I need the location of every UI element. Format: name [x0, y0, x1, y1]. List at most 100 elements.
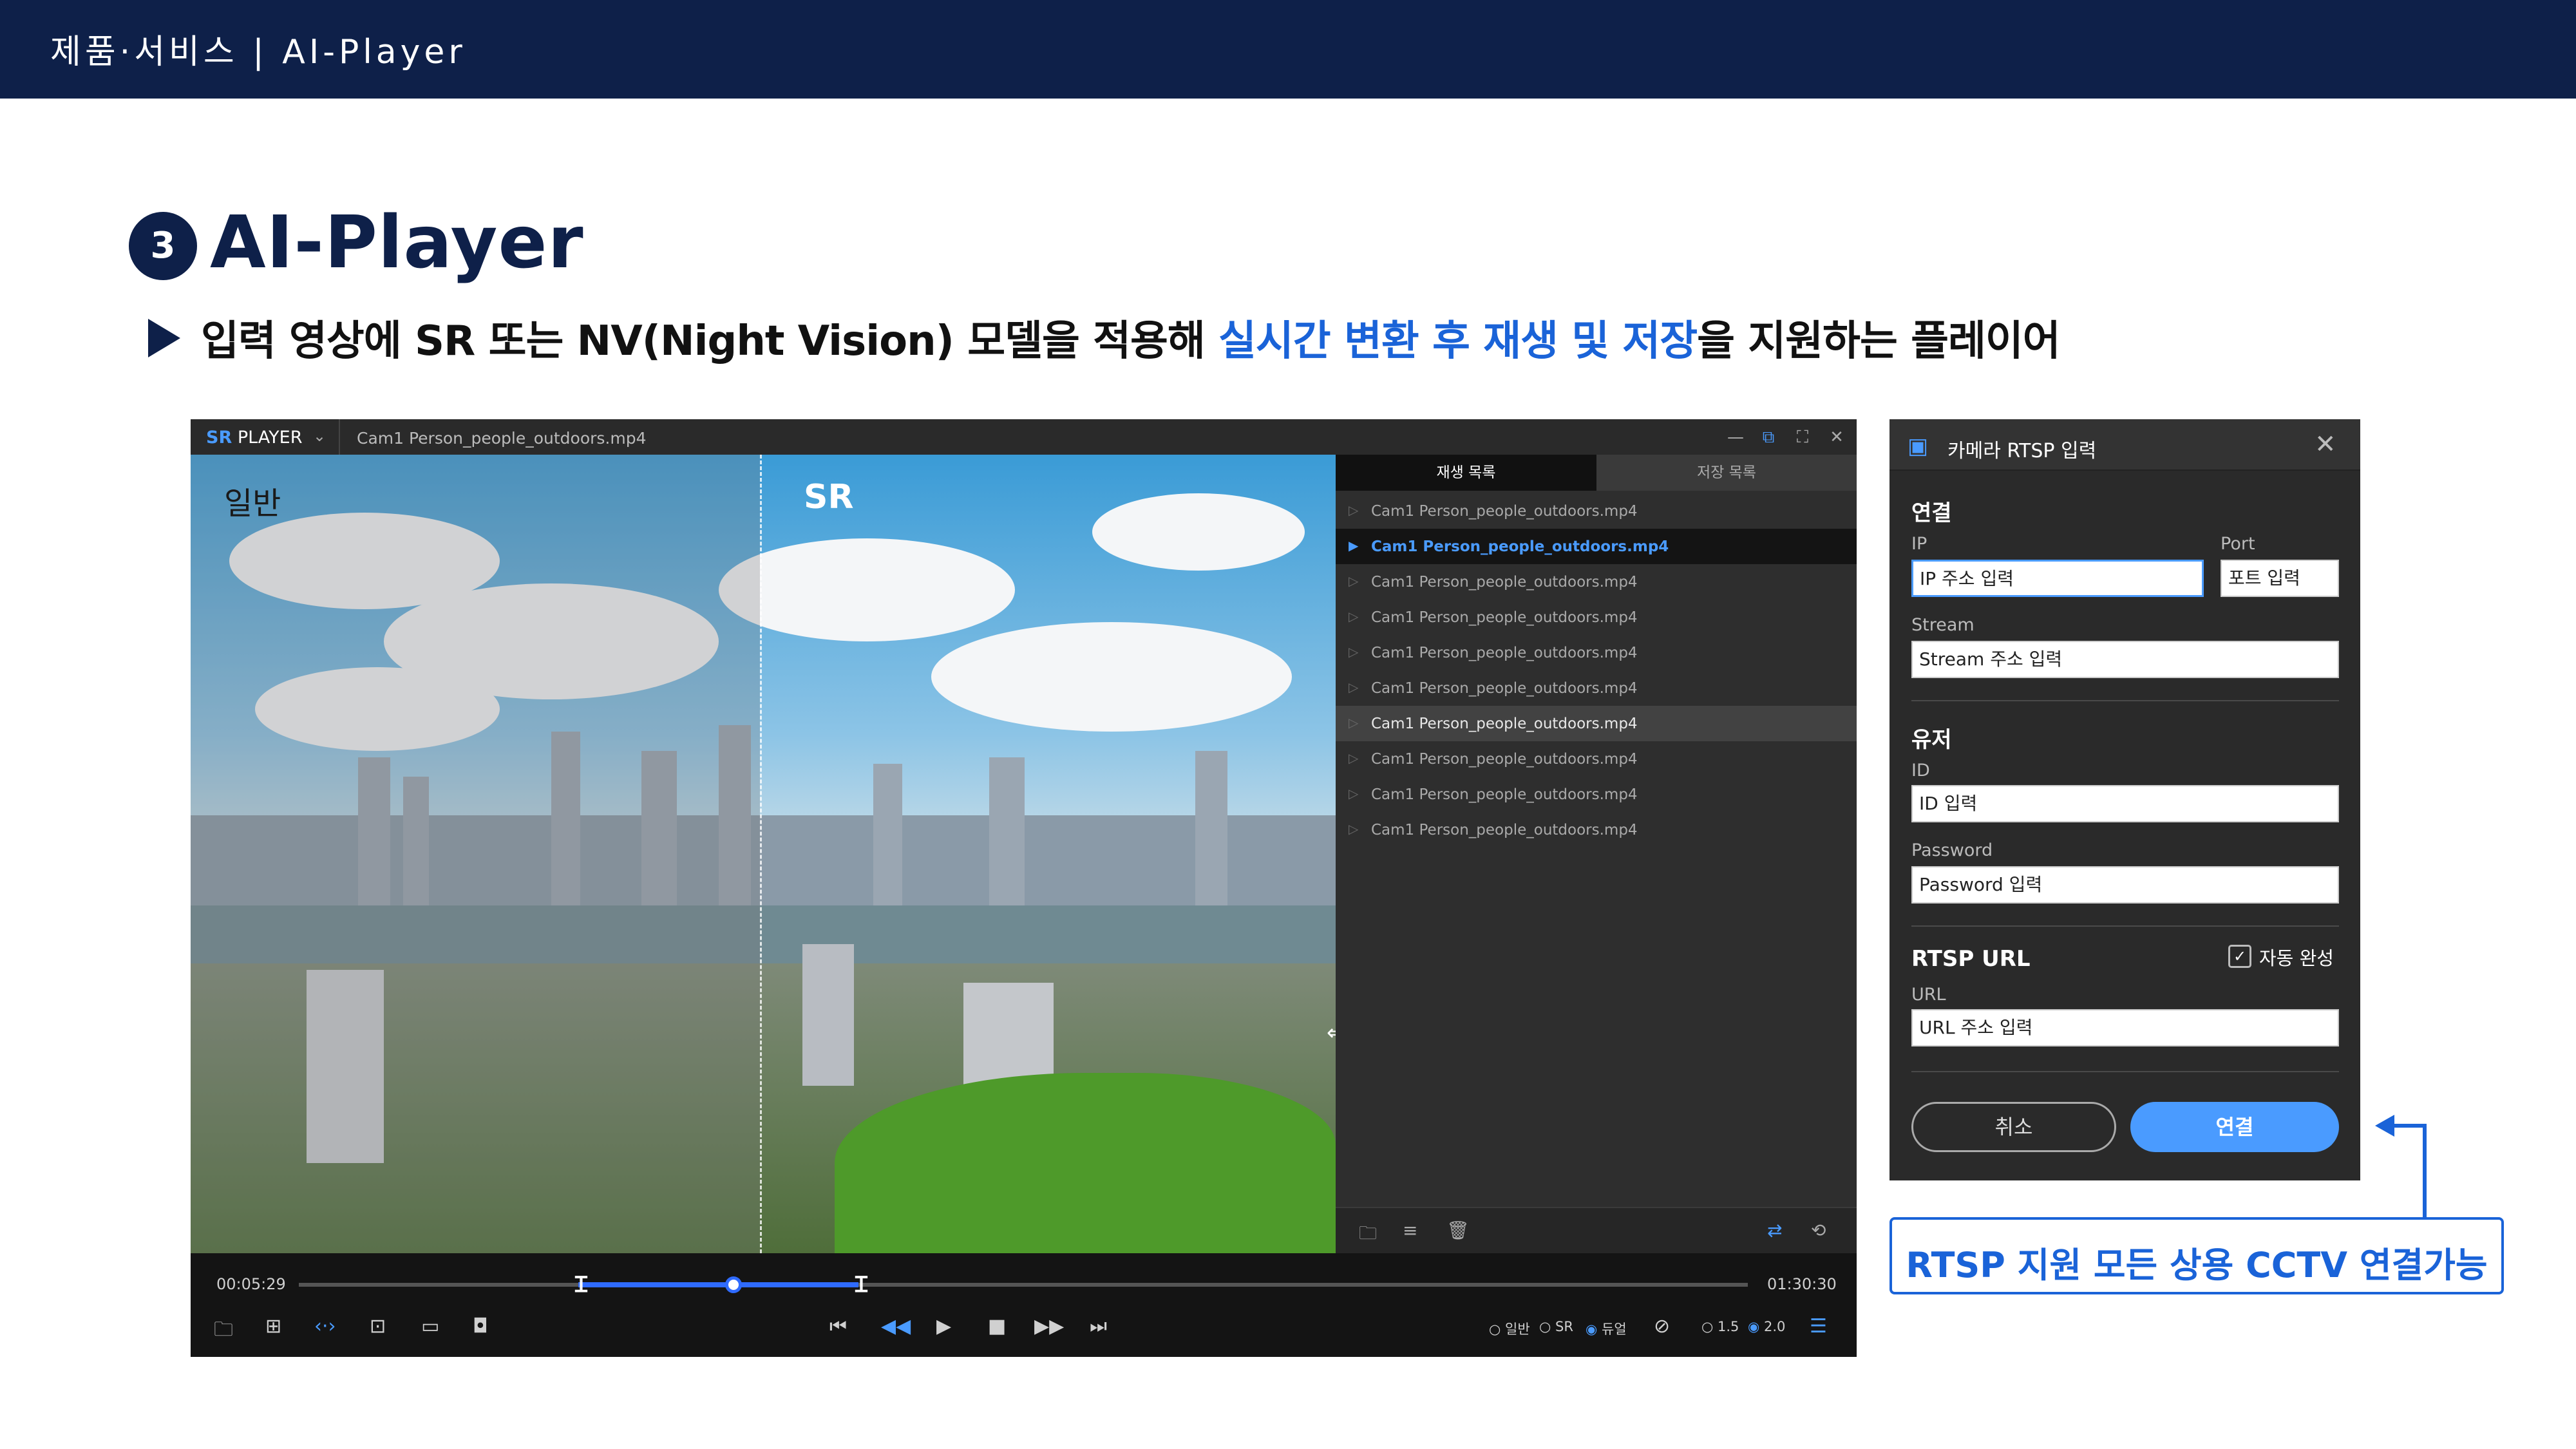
connection-heading: 연결 [1911, 500, 1952, 526]
stream-field[interactable]: Stream 주소 입력 [1911, 641, 2339, 678]
speed-a-label: 1.5 [1718, 1319, 1739, 1334]
speed-b-radio[interactable]: ◉ 2.0 [1748, 1319, 1785, 1334]
playlist-item[interactable]: ▷ Cam1 Person_people_outdoors.mp4 [1336, 741, 1857, 777]
current-filename: Cam1 Person_people_outdoors.mp4 [357, 429, 647, 448]
play-icon[interactable]: ▶ [936, 1315, 951, 1338]
breadcrumb: 제품·서비스 | AI-Player [50, 33, 466, 71]
playlist-item[interactable]: ▷ Cam1 Person_people_outdoors.mp4 [1336, 812, 1857, 848]
player-titlebar: SR PLAYER ⌄ Cam1 Person_people_outdoors.… [191, 419, 1857, 455]
playlist-item[interactable]: ▷ Cam1 Person_people_outdoors.mp4 [1336, 600, 1857, 635]
ip-field[interactable]: IP 주소 입력 [1911, 560, 2204, 597]
stop-icon[interactable]: ■ [988, 1315, 1006, 1338]
playhead-handle[interactable] [725, 1276, 742, 1293]
radio-off-icon: ○ [1701, 1319, 1718, 1334]
video-viewport[interactable]: 일반 SR ⟺ [191, 455, 1336, 1253]
top-banner: 제품·서비스 | AI-Player [0, 0, 2576, 99]
playlist-item[interactable]: ▷ Cam1 Person_people_outdoors.mp4 [1336, 777, 1857, 812]
split-divider[interactable] [760, 455, 762, 1253]
ip-label: IP [1911, 534, 1927, 554]
brand-player: PLAYER [232, 428, 303, 448]
tab-saved-list[interactable]: 저장 목록 [1596, 455, 1857, 491]
resize-handle-icon[interactable]: ⟺ [1327, 1020, 1336, 1046]
speed-a-radio[interactable]: ○ 1.5 [1701, 1319, 1739, 1334]
popout-icon[interactable]: ⧉ [1756, 424, 1781, 450]
capture-icon[interactable]: ⊡ [370, 1315, 386, 1338]
user-heading: 유저 [1911, 727, 1952, 753]
range-start-marker[interactable]: Ɪ [575, 1269, 587, 1298]
repeat-icon[interactable]: ⟲ [1811, 1220, 1826, 1241]
open-file-icon[interactable]: 🗀 [214, 1315, 233, 1348]
fullscreen-icon[interactable]: ⛶ [1790, 424, 1815, 450]
callout-arrow [2423, 1126, 2427, 1219]
play-indicator-icon: ▷ [1349, 502, 1359, 518]
section-subtitle: 입력 영상에 SR 또는 NV(Night Vision) 모델을 적용해 실시… [201, 308, 2061, 367]
camera-icon: ▣ [1908, 433, 1929, 459]
trash-icon[interactable]: 🗑 [1446, 1220, 1470, 1241]
playlist-item-label: Cam1 Person_people_outdoors.mp4 [1371, 503, 1638, 520]
arrow-left-icon [2375, 1115, 2394, 1137]
id-label: ID [1911, 761, 1930, 781]
mode-sr-radio[interactable]: ○ SR [1539, 1319, 1573, 1334]
building [873, 764, 902, 918]
port-field[interactable]: 포트 입력 [2221, 560, 2339, 597]
cloud [1092, 493, 1305, 571]
open-folder-icon[interactable]: 🗀 [1359, 1220, 1377, 1251]
player-brand-menu[interactable]: SR PLAYER [206, 428, 302, 448]
subtitle-text: 입력 영상에 SR 또는 NV(Night Vision) 모델을 적용해 [201, 317, 1219, 365]
player-window: SR PLAYER ⌄ Cam1 Person_people_outdoors.… [191, 419, 1857, 1357]
range-end-marker[interactable]: Ɪ [855, 1269, 867, 1298]
mode-sr-label: SR [1555, 1319, 1573, 1334]
playlist-item[interactable]: ▷ Cam1 Person_people_outdoors.mp4 [1336, 706, 1857, 741]
record-icon[interactable]: ◘ [473, 1315, 488, 1338]
dialog-title: 카메라 RTSP 입력 [1947, 440, 2097, 462]
radio-off-icon: ○ [1539, 1319, 1555, 1334]
playlist-item[interactable]: ▷ Cam1 Person_people_outdoors.mp4 [1336, 635, 1857, 670]
id-field[interactable]: ID 입력 [1911, 785, 2339, 822]
menu-icon[interactable]: ☰ [1810, 1315, 1827, 1338]
chevron-down-icon[interactable]: ⌄ [313, 427, 326, 445]
stream-label: Stream [1911, 615, 1975, 635]
video-label-sr: SR [804, 478, 854, 516]
compare-split-icon[interactable]: ‹·› [314, 1315, 336, 1338]
building [963, 983, 1054, 1086]
skip-next-icon[interactable]: ⏭ [1090, 1315, 1107, 1338]
seek-bar[interactable] [299, 1283, 1748, 1287]
play-indicator-icon: ▷ [1349, 679, 1359, 695]
mode-normal-radio[interactable]: ○ 일반 [1489, 1319, 1530, 1338]
playlist-item[interactable]: ▶ Cam1 Person_people_outdoors.mp4 [1336, 529, 1857, 564]
auto-complete-checkbox[interactable]: ✓ [2228, 945, 2251, 968]
clear-list-icon[interactable]: ≡ [1403, 1220, 1417, 1241]
callout-box: RTSP 지원 모든 상용 CCTV 연결가능 [1889, 1217, 2504, 1294]
playlist-item[interactable]: ▷ Cam1 Person_people_outdoors.mp4 [1336, 564, 1857, 600]
playlist-item-label: Cam1 Person_people_outdoors.mp4 [1371, 574, 1638, 591]
play-indicator-icon: ▷ [1349, 786, 1359, 801]
subtitle-icon[interactable]: ▭ [421, 1315, 439, 1338]
rewind-icon[interactable]: ◀◀ [881, 1315, 911, 1338]
rtsp-dialog: ▣ 카메라 RTSP 입력 ✕ 연결 IP Port IP 주소 입력 포트 입… [1889, 419, 2360, 1180]
playlist-item[interactable]: ▷ Cam1 Person_people_outdoors.mp4 [1336, 493, 1857, 529]
cancel-button[interactable]: 취소 [1911, 1102, 2116, 1152]
url-field[interactable]: URL 주소 입력 [1911, 1009, 2339, 1046]
total-time: 01:30:30 [1767, 1275, 1837, 1293]
minimize-icon[interactable]: — [1723, 424, 1748, 450]
playlist-item-label: Cam1 Person_people_outdoors.mp4 [1371, 609, 1638, 626]
close-icon[interactable]: ✕ [1824, 424, 1850, 450]
playlist-item-label: Cam1 Person_people_outdoors.mp4 [1371, 715, 1638, 732]
repeat-all-icon[interactable]: ⇄ [1767, 1220, 1782, 1241]
skip-previous-icon[interactable]: ⏮ [829, 1315, 847, 1338]
section-divider [1911, 925, 2339, 927]
tab-playlist[interactable]: 재생 목록 [1336, 455, 1596, 491]
connect-button[interactable]: 연결 [2130, 1102, 2339, 1152]
fast-forward-icon[interactable]: ▶▶ [1034, 1315, 1064, 1338]
building [989, 757, 1025, 918]
camera-input-icon[interactable]: ⊞ [265, 1315, 281, 1338]
no-video-icon[interactable]: ⊘ [1654, 1315, 1670, 1338]
video-label-normal: 일반 [224, 486, 281, 522]
playlist-item[interactable]: ▷ Cam1 Person_people_outdoors.mp4 [1336, 670, 1857, 706]
close-icon[interactable]: ✕ [2315, 430, 2336, 459]
password-field[interactable]: Password 입력 [1911, 866, 2339, 904]
mode-dual-radio[interactable]: ◉ 듀얼 [1586, 1319, 1627, 1338]
rtsp-url-heading: RTSP URL [1911, 946, 2031, 972]
url-label: URL [1911, 985, 1946, 1005]
playlist-item-label: Cam1 Person_people_outdoors.mp4 [1371, 786, 1638, 803]
